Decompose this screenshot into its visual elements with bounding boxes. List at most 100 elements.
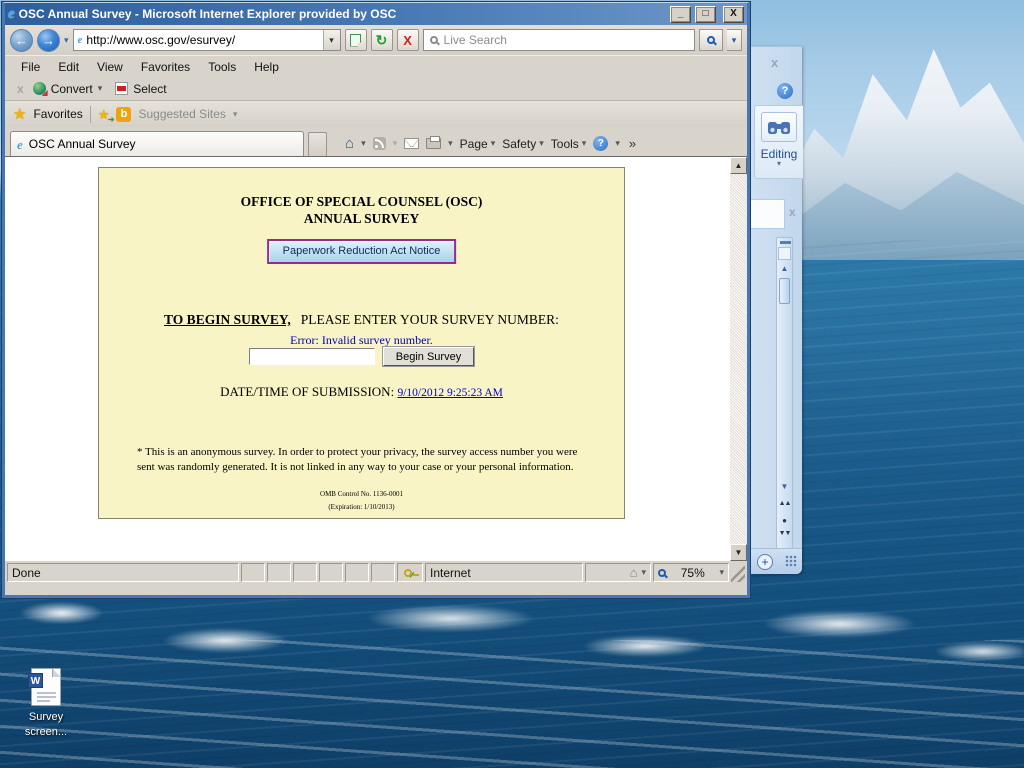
- survey-title: OFFICE OF SPECIAL COUNSEL (OSC) ANNUAL S…: [240, 194, 483, 226]
- zoom-level: 75%: [680, 565, 705, 580]
- window-resize-grip[interactable]: [731, 563, 745, 582]
- favorites-star-icon: ★: [13, 105, 27, 123]
- back-button[interactable]: ←: [10, 28, 33, 52]
- status-bar: Done ✓ Internet ⌂ ▾ 75% ▾: [5, 561, 747, 583]
- scroll-down-button[interactable]: ▼: [730, 544, 747, 561]
- split-handle[interactable]: [780, 241, 791, 244]
- forward-button[interactable]: →: [37, 28, 60, 52]
- address-dropdown-icon[interactable]: ▾: [322, 30, 340, 50]
- word-close-icon[interactable]: x: [771, 55, 778, 70]
- word-resize-grip[interactable]: [785, 555, 797, 567]
- find-button[interactable]: [761, 112, 797, 142]
- search-input[interactable]: Live Search: [422, 29, 695, 51]
- protected-mode-caret-icon: ▾: [641, 567, 646, 577]
- anonymity-disclaimer: * This is an anonymous survey. In order …: [137, 446, 578, 473]
- survey-number-input[interactable]: [249, 348, 375, 365]
- status-segment: [267, 563, 291, 582]
- maximize-button[interactable]: □: [695, 5, 716, 23]
- help-icon[interactable]: ?: [593, 136, 609, 151]
- minimize-button[interactable]: _: [670, 5, 691, 23]
- read-mail-icon[interactable]: [404, 138, 420, 149]
- scroll-down-icon[interactable]: ▼: [777, 482, 792, 491]
- wallpaper-wave-streaks: [0, 640, 1024, 768]
- tools-menu-button[interactable]: Tools ▾: [551, 137, 587, 151]
- select-browse-object-icon[interactable]: ●: [777, 516, 792, 525]
- menu-file[interactable]: File: [13, 58, 48, 76]
- menu-tools[interactable]: Tools: [200, 58, 244, 76]
- suggested-sites-caret-icon[interactable]: ▾: [233, 109, 238, 120]
- page-menu-button[interactable]: Page ▾: [460, 137, 496, 151]
- paperwork-reduction-act-button[interactable]: Paperwork Reduction Act Notice: [266, 239, 457, 264]
- security-zone-segment: ✓: [397, 563, 423, 582]
- url-text[interactable]: http://www.osc.gov/esurvey/: [86, 33, 318, 47]
- submission-datetime-link[interactable]: 9/10/2012 9:25:23 AM: [397, 387, 502, 399]
- safety-menu-button[interactable]: Safety ▾: [502, 137, 544, 151]
- add-to-favorites-bar-icon[interactable]: ★: [98, 108, 114, 124]
- window-title: OSC Annual Survey - Microsoft Internet E…: [18, 7, 397, 21]
- omb-control-note: OMB Control No. 1136-0001 (Expiration: 1…: [320, 490, 403, 511]
- menu-favorites[interactable]: Favorites: [133, 58, 198, 76]
- compatibility-view-button[interactable]: [344, 29, 367, 51]
- zoom-in-icon[interactable]: +: [757, 554, 773, 570]
- convert-caret-icon[interactable]: ▾: [98, 83, 103, 94]
- select-button[interactable]: Select: [133, 82, 166, 96]
- print-icon[interactable]: [426, 136, 442, 149]
- toolbar-close-disabled-icon: x: [17, 81, 24, 96]
- survey-number-row: Begin Survey: [99, 347, 624, 366]
- menu-help[interactable]: Help: [246, 58, 287, 76]
- feeds-icon[interactable]: [372, 137, 386, 150]
- next-page-icon[interactable]: ▼▼: [777, 530, 792, 537]
- adobe-toolbar: x Convert ▾ Select: [5, 77, 747, 100]
- close-button[interactable]: X: [723, 5, 744, 23]
- status-segment: [293, 563, 317, 582]
- print-caret-icon[interactable]: ▾: [448, 138, 453, 149]
- refresh-button[interactable]: ↻: [370, 29, 393, 51]
- address-field[interactable]: e http://www.osc.gov/esurvey/ ▾: [72, 29, 341, 51]
- status-segment: [371, 563, 395, 582]
- tab-bar: e OSC Annual Survey ⌂ ▾ ▾ ▾ Page ▾ Safety…: [5, 127, 747, 156]
- search-options-caret-icon[interactable]: ▾: [727, 29, 742, 51]
- tab-osc-annual-survey[interactable]: e OSC Annual Survey: [10, 131, 304, 156]
- page-vertical-scrollbar[interactable]: ▲ ▼: [730, 157, 747, 561]
- scroll-up-button[interactable]: ▲: [730, 157, 747, 174]
- scroll-up-icon[interactable]: ▲: [777, 264, 792, 273]
- word-help-icon[interactable]: ?: [777, 83, 793, 99]
- suggested-sites-button[interactable]: Suggested Sites: [138, 107, 225, 121]
- internet-zone-label: Internet: [425, 563, 583, 582]
- desktop-icon-label: Survey screen...: [24, 711, 68, 738]
- new-tab-button[interactable]: [308, 132, 327, 156]
- word-window-sliver[interactable]: x ? Editing ▾ x ▲ ▼ ▲▲ ● ▼▼ +: [750, 46, 803, 574]
- favorites-bar: ★ Favorites ★ b Suggested Sites ▾: [5, 100, 747, 127]
- broken-page-icon: [350, 33, 362, 47]
- desktop-icon-survey-doc[interactable]: W Survey screen...: [8, 668, 84, 740]
- title-bar[interactable]: e OSC Annual Survey - Microsoft Internet…: [5, 3, 747, 25]
- ie-logo-icon: e: [8, 5, 15, 22]
- binoculars-icon: [768, 122, 790, 134]
- ruler-toggle-button[interactable]: [778, 247, 791, 260]
- convert-button[interactable]: Convert: [51, 82, 93, 96]
- recent-pages-caret-icon[interactable]: ▾: [64, 35, 69, 46]
- editing-group-caret-icon[interactable]: ▾: [755, 160, 803, 168]
- begin-survey-instruction: TO BEGIN SURVEY, PLEASE ENTER YOUR SURVEY…: [164, 312, 559, 327]
- word-vertical-scrollbar[interactable]: ▲ ▼ ▲▲ ● ▼▼: [776, 237, 793, 549]
- search-button[interactable]: [699, 29, 723, 51]
- menu-view[interactable]: View: [89, 58, 131, 76]
- convert-icon: [32, 82, 46, 95]
- search-icon: [707, 36, 715, 44]
- document-close-icon[interactable]: x: [789, 205, 796, 219]
- scrollbar-thumb[interactable]: [779, 278, 790, 304]
- begin-survey-button[interactable]: Begin Survey: [383, 347, 474, 366]
- status-segment: [319, 563, 343, 582]
- page-caret-icon: ▾: [490, 138, 496, 148]
- home-caret-icon[interactable]: ▾: [361, 138, 366, 149]
- word-w-badge: W: [28, 673, 43, 688]
- toolbar-overflow-icon[interactable]: »: [629, 136, 636, 151]
- previous-page-icon[interactable]: ▲▲: [777, 500, 792, 507]
- favorites-button[interactable]: Favorites: [33, 107, 82, 121]
- zoom-control[interactable]: 75% ▾: [653, 563, 729, 582]
- key-icon: [404, 568, 420, 577]
- protected-mode-segment[interactable]: ⌂ ▾: [585, 563, 651, 582]
- menu-edit[interactable]: Edit: [50, 58, 87, 76]
- stop-button[interactable]: X: [396, 29, 419, 51]
- home-icon[interactable]: ⌂: [345, 136, 354, 151]
